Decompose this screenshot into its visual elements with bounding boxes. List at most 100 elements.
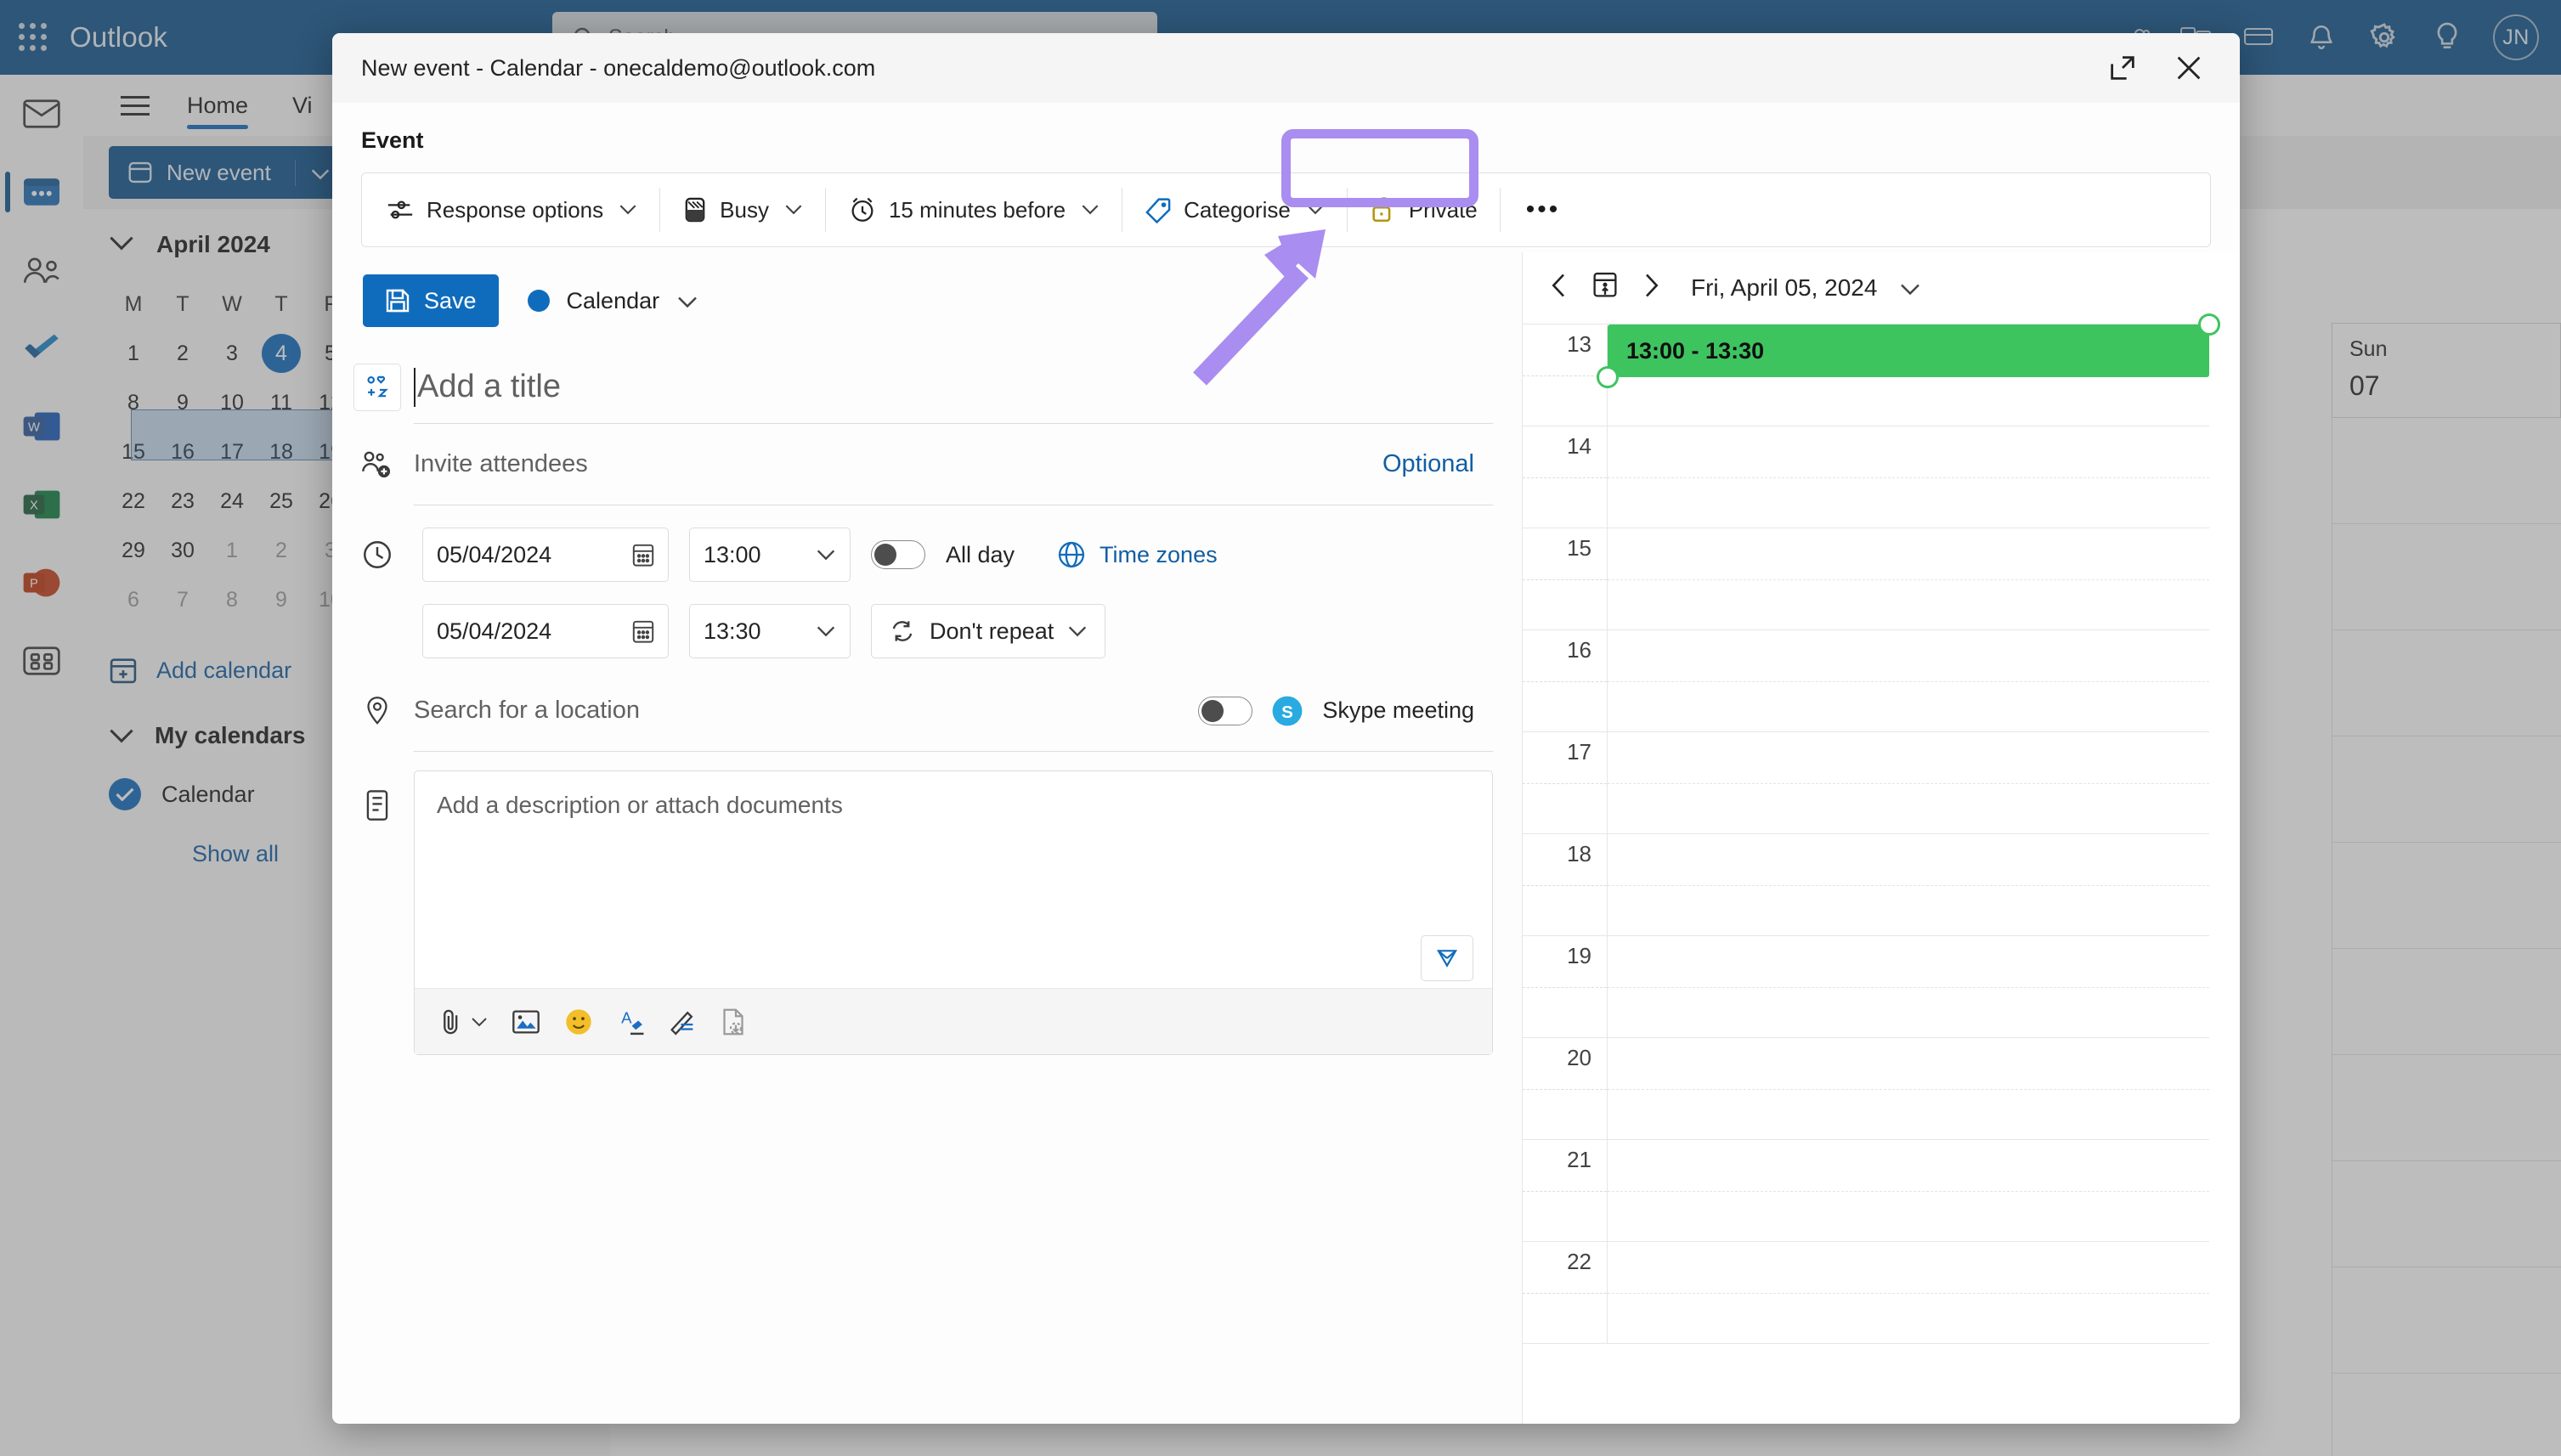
ribbon-button-busy[interactable]: Busy	[667, 183, 818, 236]
title-input[interactable]: Add a title	[414, 351, 1493, 424]
preview-hour-cell[interactable]	[1608, 936, 2209, 1038]
chevron-down-icon[interactable]	[784, 200, 803, 220]
repeat-select[interactable]: Don't repeat	[871, 604, 1105, 658]
text-styles-icon[interactable]: A	[617, 1007, 644, 1036]
end-time-select[interactable]: 13:30	[689, 604, 851, 658]
location-input[interactable]: Search for a location S Skype meeting	[414, 670, 1493, 752]
preview-hour-cell[interactable]	[1608, 834, 2209, 936]
start-time-select[interactable]: 13:00	[689, 528, 851, 582]
rail-item-people[interactable]	[0, 231, 83, 309]
insert-picture-icon[interactable]	[512, 1008, 540, 1036]
preview-hour-cell[interactable]	[1608, 1038, 2209, 1140]
rail-item-calendar[interactable]	[0, 153, 83, 231]
preview-hour-cell[interactable]	[1608, 630, 2209, 732]
event-type-icon[interactable]	[353, 364, 401, 411]
mini-calendar-day[interactable]: 3	[207, 330, 257, 377]
insert-document-icon[interactable]	[721, 1007, 746, 1036]
preview-hour-row[interactable]: 15	[1523, 528, 2209, 630]
skype-meeting-toggle[interactable]	[1198, 697, 1252, 725]
tips-bulb-icon[interactable]	[2430, 20, 2464, 54]
calendar-selector[interactable]: Calendar	[528, 288, 699, 314]
mini-calendar-day[interactable]: 1	[207, 527, 257, 574]
preview-hour-row[interactable]: 16	[1523, 630, 2209, 732]
emoji-icon[interactable]	[564, 1007, 593, 1036]
end-date-input[interactable]: 05/04/2024	[422, 604, 669, 658]
avatar[interactable]: JN	[2493, 14, 2539, 60]
mini-calendar-chevron-down-icon[interactable]	[109, 235, 134, 255]
preview-hour-grid[interactable]: 1314151617181920212213:00 - 13:30	[1523, 324, 2209, 1344]
preview-hour-cell[interactable]	[1608, 1242, 2209, 1344]
mini-calendar-day[interactable]: 22	[109, 477, 158, 525]
mini-calendar-day[interactable]: 29	[109, 527, 158, 574]
loop-components-icon[interactable]	[1421, 935, 1473, 981]
note-icon[interactable]	[2242, 20, 2276, 54]
mini-calendar-day[interactable]: 24	[207, 477, 257, 525]
popout-icon[interactable]	[2100, 46, 2145, 90]
preview-hour-cell[interactable]	[1608, 732, 2209, 834]
my-calendars-chevron-down-icon[interactable]	[109, 722, 134, 749]
gear-icon[interactable]	[2367, 20, 2401, 54]
event-resize-handle-top[interactable]	[2198, 313, 2220, 336]
preview-hour-row[interactable]: 22	[1523, 1242, 2209, 1344]
ribbon-overflow-button[interactable]: •••	[1507, 183, 1580, 236]
start-date-input[interactable]: 05/04/2024	[422, 528, 669, 582]
preview-date-chevron-down-icon[interactable]	[1899, 274, 1921, 302]
tab-event[interactable]: Event	[361, 127, 424, 162]
time-zones-button[interactable]: Time zones	[1057, 540, 1218, 569]
save-button[interactable]: Save	[363, 274, 499, 327]
hamburger-menu-icon[interactable]	[105, 96, 165, 116]
preview-hour-row[interactable]: 19	[1523, 936, 2209, 1038]
ribbon-button-private[interactable]: Private	[1354, 183, 1493, 236]
mini-calendar-today[interactable]: 4	[262, 334, 301, 373]
mini-calendar-day[interactable]: 2	[158, 330, 207, 377]
app-launcher-icon[interactable]	[19, 23, 48, 52]
mini-calendar-day[interactable]: 25	[257, 477, 306, 525]
mini-calendar-day[interactable]: 2	[257, 527, 306, 574]
optional-attendees-link[interactable]: Optional	[1382, 450, 1493, 478]
mini-calendar-day[interactable]: 30	[158, 527, 207, 574]
calendar-picker-icon[interactable]	[632, 619, 654, 643]
today-calendar-icon[interactable]	[1591, 271, 1620, 306]
rail-item-todo[interactable]	[0, 309, 83, 387]
mini-calendar-day[interactable]: 8	[207, 576, 257, 624]
rail-item-excel[interactable]: X	[0, 466, 83, 544]
mini-calendar-day[interactable]: 4	[257, 330, 306, 377]
preview-hour-cell[interactable]	[1608, 528, 2209, 630]
ribbon-button-reminder[interactable]: 15 minutes before	[833, 183, 1115, 236]
new-event-chevron-down-icon[interactable]	[295, 160, 330, 186]
mini-calendar-day[interactable]: 6	[109, 576, 158, 624]
rail-item-word[interactable]: W	[0, 387, 83, 466]
tab-view[interactable]: Vi	[270, 75, 335, 136]
chevron-down-icon[interactable]	[1306, 200, 1325, 220]
chevron-down-icon[interactable]	[619, 200, 637, 220]
signature-icon[interactable]	[668, 1008, 697, 1036]
mini-calendar-day[interactable]: 1	[109, 330, 158, 377]
mini-calendar-day[interactable]: 23	[158, 477, 207, 525]
notifications-bell-icon[interactable]	[2304, 20, 2338, 54]
rail-item-powerpoint[interactable]: P	[0, 544, 83, 622]
preview-hour-row[interactable]: 20	[1523, 1038, 2209, 1140]
calendar-picker-icon[interactable]	[632, 543, 654, 567]
rail-item-mail[interactable]	[0, 75, 83, 153]
checkmark-icon[interactable]	[109, 778, 141, 810]
preview-hour-row[interactable]: 14	[1523, 426, 2209, 528]
chevron-down-icon[interactable]	[676, 288, 698, 314]
rail-item-apps[interactable]	[0, 622, 83, 700]
event-resize-handle-bottom[interactable]	[1597, 366, 1619, 388]
mini-calendar-day[interactable]: 9	[257, 576, 306, 624]
description-editor[interactable]: Add a description or attach documents	[414, 770, 1493, 1055]
preview-hour-row[interactable]: 18	[1523, 834, 2209, 936]
chevron-left-icon[interactable]	[1550, 273, 1569, 304]
tab-home[interactable]: Home	[165, 75, 270, 136]
ribbon-button-response-options[interactable]: Response options	[370, 183, 653, 236]
preview-hour-row[interactable]: 21	[1523, 1140, 2209, 1242]
attach-icon[interactable]	[438, 1007, 488, 1036]
close-icon[interactable]	[2167, 46, 2211, 90]
new-event-button[interactable]: New event	[109, 146, 348, 199]
all-day-toggle[interactable]	[871, 540, 925, 569]
preview-hour-row[interactable]: 17	[1523, 732, 2209, 834]
preview-hour-cell[interactable]	[1608, 426, 2209, 528]
preview-event-block[interactable]: 13:00 - 13:30	[1608, 324, 2209, 377]
chevron-down-icon[interactable]	[1081, 200, 1100, 220]
mini-calendar-day[interactable]: 7	[158, 576, 207, 624]
